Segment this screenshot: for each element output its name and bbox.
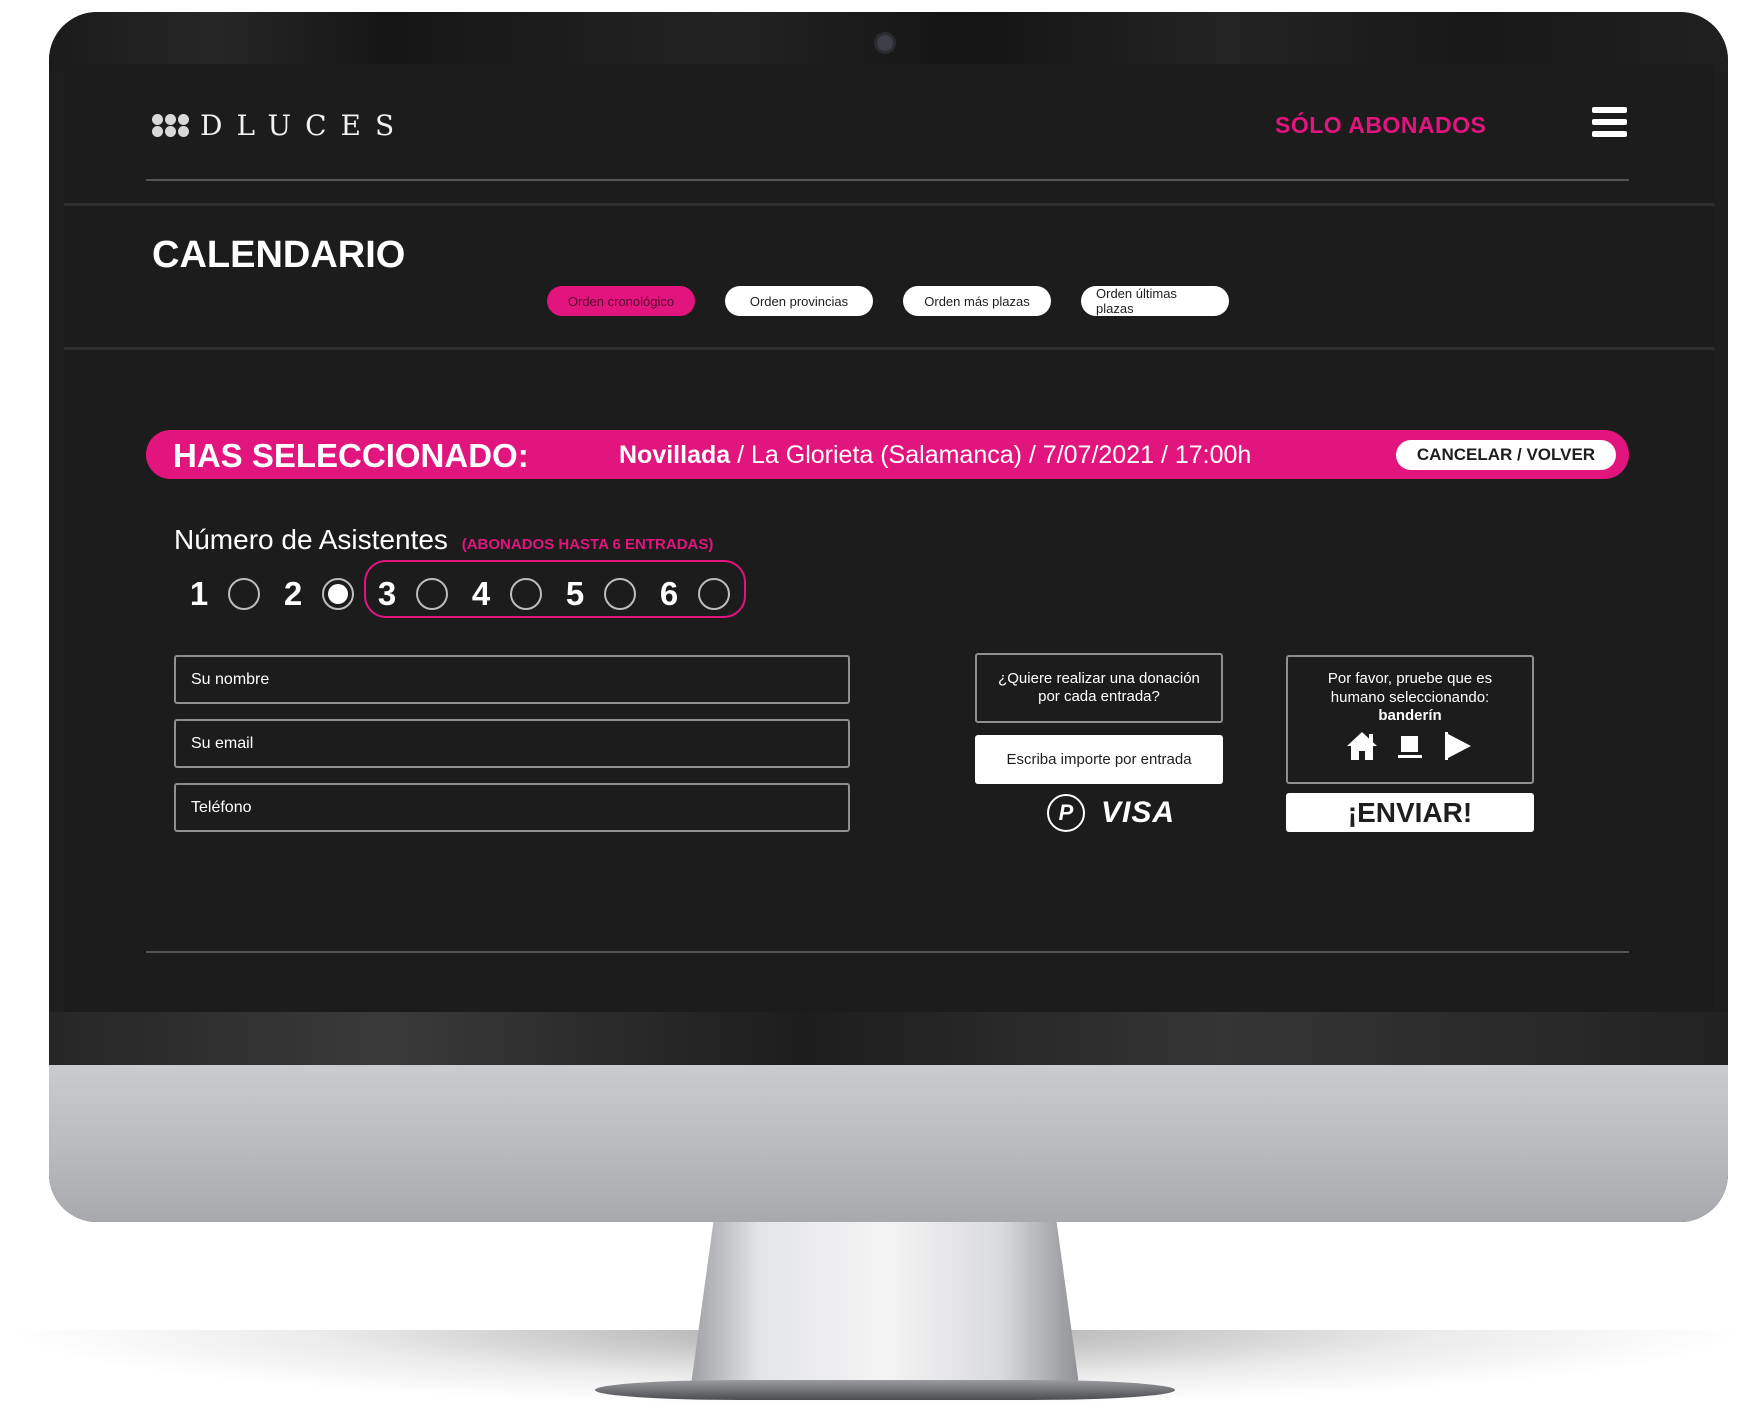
name-field[interactable]	[174, 655, 850, 704]
event-details: / La Glorieta (Salamanca) / 7/07/2021 / …	[737, 441, 1252, 469]
radio-6[interactable]	[698, 578, 730, 610]
captcha-target-word: banderín	[1378, 707, 1442, 724]
monitor-chin	[49, 1065, 1728, 1222]
cancel-button[interactable]: CANCELAR / VOLVER	[1396, 440, 1616, 470]
cup-icon[interactable]	[1393, 730, 1427, 762]
attendee-option-1[interactable]: 1	[186, 575, 260, 613]
attendees-note: (ABONADOS HASTA 6 ENTRADAS)	[461, 536, 714, 553]
attendee-options: 1 2 3 4 5 6	[186, 569, 786, 627]
captcha-prompt: Por favor, pruebe que es humano seleccio…	[1327, 670, 1493, 706]
attendee-option-2[interactable]: 2	[280, 575, 354, 613]
members-only-link[interactable]: SÓLO ABONADOS	[1275, 112, 1486, 139]
attendees-heading: Número de Asistentes (ABONADOS HASTA 6 E…	[174, 524, 713, 556]
screen: DLUCES SÓLO ABONADOS CALENDARIO Orden cr…	[64, 64, 1714, 1012]
selection-banner: HAS SELECCIONADO: Novillada / La Gloriet…	[146, 430, 1629, 479]
payment-methods: P VISA	[1047, 794, 1175, 832]
logo-text: DLUCES	[200, 108, 409, 142]
bottom-bezel	[49, 1012, 1728, 1065]
logo-mark-icon	[152, 113, 190, 137]
attendees-title: Número de Asistentes	[174, 524, 448, 555]
radio-2[interactable]	[322, 578, 354, 610]
monitor-stand	[690, 1222, 1080, 1392]
donation-question: ¿Quiere realizar una donación por cada e…	[975, 653, 1223, 723]
webcam	[874, 32, 896, 54]
paypal-icon[interactable]: P	[1047, 794, 1085, 832]
captcha-box: Por favor, pruebe que es humano seleccio…	[1286, 655, 1534, 784]
radio-1[interactable]	[228, 578, 260, 610]
house-icon[interactable]	[1345, 730, 1379, 762]
tab-chronological[interactable]: Orden cronológico	[547, 286, 695, 316]
donation-amount-input[interactable]	[975, 735, 1223, 784]
selection-details: Novillada / La Glorieta (Salamanca) / 7/…	[619, 441, 1251, 470]
attendee-option-4[interactable]: 4	[468, 575, 542, 613]
attendee-option-3[interactable]: 3	[374, 575, 448, 613]
radio-5[interactable]	[604, 578, 636, 610]
tab-most-seats[interactable]: Orden más plazas	[903, 286, 1051, 316]
sort-tabs: Orden cronológico Orden provincias Orden…	[547, 286, 1229, 316]
section-divider-top	[64, 203, 1714, 206]
page-title: CALENDARIO	[152, 234, 406, 276]
footer-divider	[146, 951, 1629, 953]
monitor-stand-base	[595, 1380, 1175, 1400]
radio-4[interactable]	[510, 578, 542, 610]
tab-provinces[interactable]: Orden provincias	[725, 286, 873, 316]
email-field[interactable]	[174, 719, 850, 768]
section-divider-bottom	[64, 347, 1714, 350]
visa-logo[interactable]: VISA	[1101, 796, 1175, 830]
selection-label: HAS SELECCIONADO:	[173, 437, 529, 474]
flag-icon[interactable]	[1441, 730, 1475, 762]
header-divider	[146, 179, 1629, 181]
event-type: Novillada	[619, 441, 731, 469]
brand-logo[interactable]: DLUCES	[152, 108, 409, 142]
captcha-options	[1288, 730, 1532, 762]
attendee-option-6[interactable]: 6	[656, 575, 730, 613]
hamburger-menu-icon[interactable]	[1592, 107, 1627, 143]
attendee-option-5[interactable]: 5	[562, 575, 636, 613]
phone-field[interactable]	[174, 783, 850, 832]
tab-last-seats[interactable]: Orden últimas plazas	[1081, 286, 1229, 316]
send-button[interactable]: ¡ENVIAR!	[1286, 793, 1534, 832]
radio-3[interactable]	[416, 578, 448, 610]
monitor-body: DLUCES SÓLO ABONADOS CALENDARIO Orden cr…	[49, 12, 1728, 1222]
